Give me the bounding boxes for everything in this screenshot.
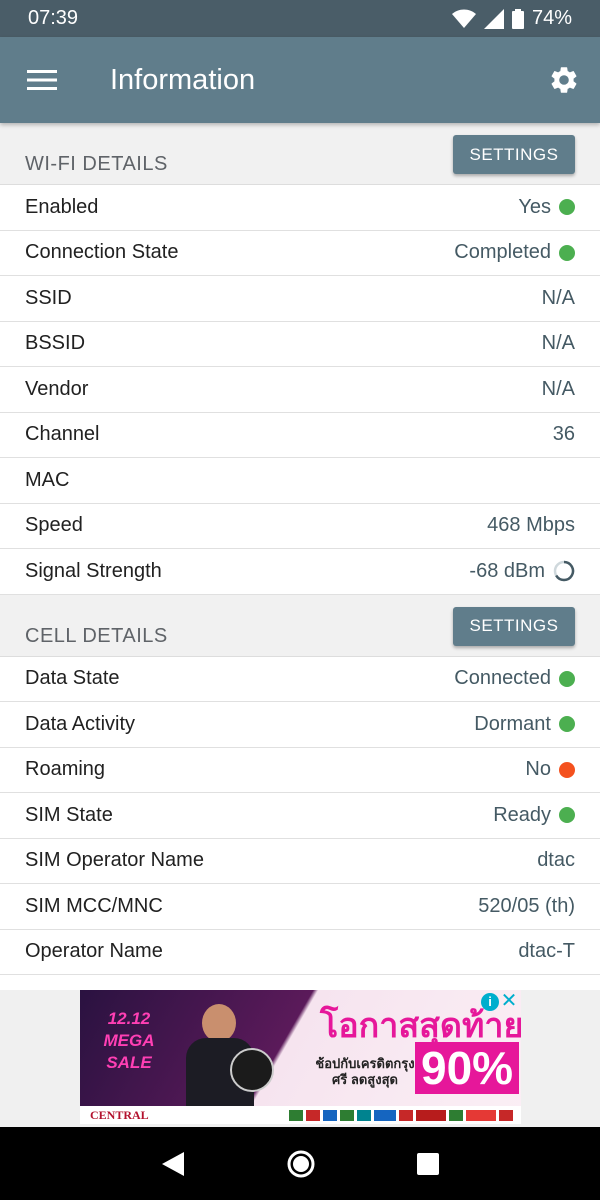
row-label: Speed <box>25 514 83 537</box>
row-value: No <box>525 758 551 781</box>
row-label: Data State <box>25 667 120 690</box>
row-label: Signal Strength <box>25 559 162 582</box>
cell-row-sim-operator-name: SIM Operator Name dtac <box>0 838 600 884</box>
row-label: Enabled <box>25 195 99 218</box>
ad-banner[interactable]: 12.12 MEGA SALE โอกาสสุดท้าย ช้อปกับเครด… <box>80 990 521 1124</box>
wifi-row-speed: Speed 468 Mbps <box>0 503 600 549</box>
ad-sale-text: 12.12 MEGA SALE <box>103 1009 155 1072</box>
wifi-row-signal-strength: Signal Strength -68 dBm <box>0 549 600 595</box>
gear-icon <box>551 67 577 93</box>
signal-strength-ring-icon <box>553 561 575 582</box>
row-label: SIM MCC/MNC <box>25 894 163 917</box>
row-value: Yes <box>518 195 551 218</box>
wifi-section-header: WI-FI DETAILS SETTINGS <box>0 123 600 185</box>
row-label: SIM Operator Name <box>25 849 204 872</box>
status-icons: 74% <box>451 7 572 30</box>
row-label: MAC <box>25 468 70 491</box>
row-value: Dormant <box>474 712 551 735</box>
status-dot-green <box>559 670 575 687</box>
battery-percent: 74% <box>531 7 572 29</box>
status-dot-green <box>559 199 575 216</box>
ad-percent: 90% <box>415 1042 520 1094</box>
recents-icon[interactable] <box>416 1152 440 1176</box>
status-dot-green <box>559 807 575 824</box>
wifi-section-title: WI-FI DETAILS <box>25 153 168 175</box>
battery-icon <box>511 8 524 29</box>
row-value: 520/05 (th) <box>478 894 575 917</box>
cell-row-partial <box>0 975 600 990</box>
wifi-settings-button[interactable]: SETTINGS <box>453 135 575 174</box>
status-time: 07:39 <box>28 7 79 29</box>
status-bar: 07:39 74% <box>0 0 600 37</box>
signal-icon <box>483 8 504 29</box>
wifi-row-bssid: BSSID N/A <box>0 321 600 367</box>
row-value: N/A <box>541 286 575 309</box>
app-bar: Information <box>0 37 600 123</box>
cell-section-title: CELL DETAILS <box>25 624 168 647</box>
cell-row-data-activity: Data Activity Dormant <box>0 702 600 748</box>
row-label: Channel <box>25 423 100 446</box>
cell-row-data-state: Data State Connected <box>0 656 600 702</box>
row-label: Connection State <box>25 241 179 264</box>
row-label: Roaming <box>25 758 106 781</box>
home-icon[interactable] <box>286 1149 316 1179</box>
row-value: dtac <box>537 849 575 872</box>
row-label: Data Activity <box>25 712 136 735</box>
ad-subline: ช้อปกับเครดิตกรุงศรี ลดสูงสุด <box>315 1056 415 1087</box>
ad-info-icon[interactable]: i <box>481 993 499 1011</box>
ad-partner-logos <box>289 1109 513 1121</box>
row-label: SIM State <box>25 803 113 826</box>
row-value: N/A <box>541 377 575 400</box>
ad-badge <box>230 1048 274 1092</box>
back-icon[interactable] <box>160 1150 186 1178</box>
status-dot-orange <box>559 761 575 778</box>
menu-button[interactable] <box>0 37 84 123</box>
system-nav-bar <box>0 1127 600 1200</box>
status-dot-green <box>559 244 575 261</box>
page-title: Information <box>110 63 256 96</box>
wifi-row-connection-state: Connection State Completed <box>0 230 600 276</box>
cell-row-operator-name: Operator Name dtac-T <box>0 929 600 975</box>
row-value: 36 <box>552 423 575 446</box>
row-value: dtac-T <box>518 940 575 963</box>
ad-brand: CENTRAL <box>90 1107 149 1122</box>
row-label: BSSID <box>25 332 86 355</box>
menu-icon <box>27 70 57 90</box>
cell-row-roaming: Roaming No <box>0 747 600 793</box>
ad-close-icon[interactable]: ✕ <box>500 991 518 1011</box>
row-label: Vendor <box>25 377 89 400</box>
row-label: SSID <box>25 286 72 309</box>
cell-row-sim-mcc-mnc: SIM MCC/MNC 520/05 (th) <box>0 884 600 930</box>
ad-container: 12.12 MEGA SALE โอกาสสุดท้าย ช้อปกับเครด… <box>0 990 600 1127</box>
row-value: Completed <box>454 241 551 264</box>
wifi-row-enabled: Enabled Yes <box>0 185 600 231</box>
row-value: N/A <box>541 332 575 355</box>
settings-button[interactable] <box>528 37 600 123</box>
cell-section-header: CELL DETAILS SETTINGS <box>0 594 600 657</box>
ad-footer: CENTRAL <box>80 1106 521 1124</box>
row-label: Operator Name <box>25 940 163 963</box>
wifi-row-vendor: Vendor N/A <box>0 367 600 413</box>
info-list[interactable]: WI-FI DETAILS SETTINGS Enabled Yes Conne… <box>0 123 600 990</box>
cell-settings-button[interactable]: SETTINGS <box>453 606 575 646</box>
row-value: -68 dBm <box>469 559 545 582</box>
row-value: 468 Mbps <box>487 514 575 537</box>
wifi-row-channel: Channel 36 <box>0 412 600 458</box>
wifi-icon <box>451 9 476 28</box>
wifi-row-mac: MAC <box>0 458 600 504</box>
wifi-row-ssid: SSID N/A <box>0 276 600 322</box>
cell-row-sim-state: SIM State Ready <box>0 793 600 839</box>
row-value: Ready <box>493 803 551 826</box>
status-dot-green <box>559 716 575 733</box>
row-value: Connected <box>454 667 551 690</box>
